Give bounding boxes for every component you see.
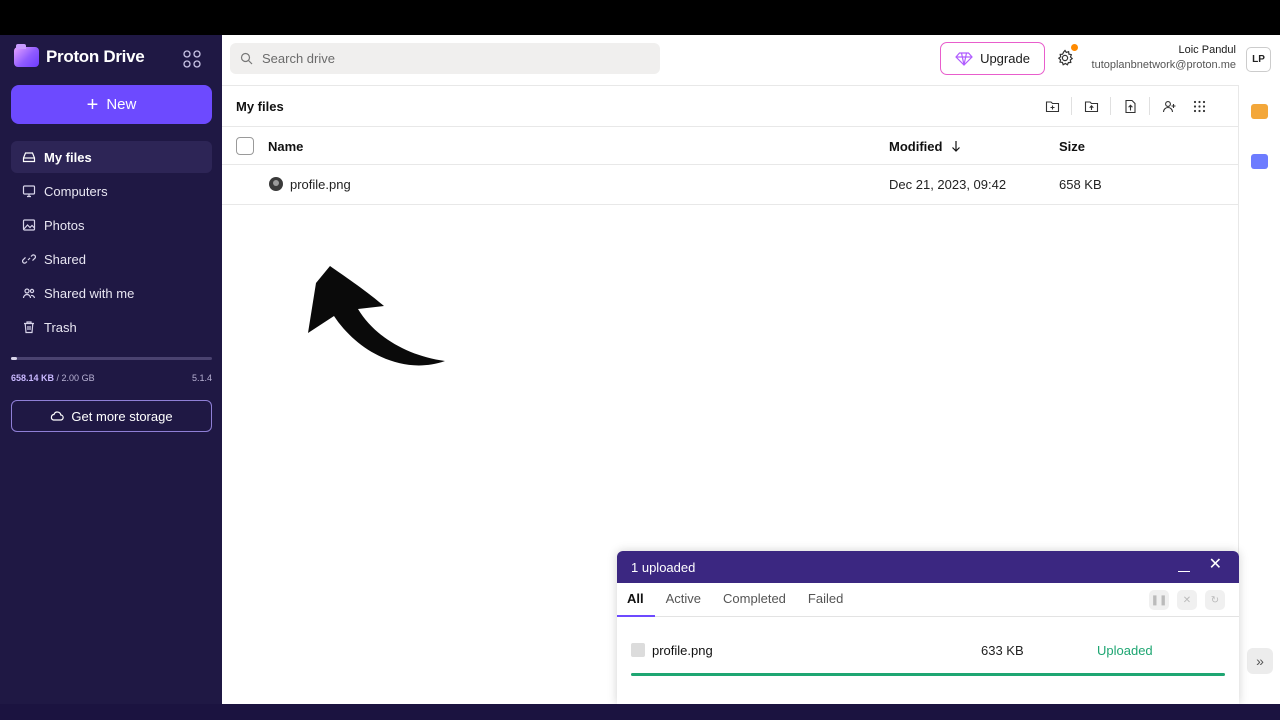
close-icon[interactable]: ✕ — [1209, 557, 1222, 573]
storage-progress-fill — [11, 357, 17, 360]
computer-icon — [22, 185, 36, 198]
upload-status: Uploaded — [1097, 643, 1153, 658]
sidebar: Proton Drive + New My files Computers Ph… — [0, 35, 222, 704]
storage-progress-bar — [11, 357, 212, 360]
drive-icon — [22, 152, 36, 163]
image-file-icon — [631, 643, 645, 657]
app-version: 5.1.4 — [191, 373, 212, 383]
search-icon — [240, 52, 253, 65]
tab-all[interactable]: All — [617, 591, 655, 617]
avatar[interactable]: LP — [1246, 47, 1271, 72]
sidebar-item-label: Trash — [44, 319, 77, 335]
file-size: 658 KB — [1059, 177, 1102, 192]
diamond-icon — [955, 51, 973, 66]
plus-icon: + — [86, 93, 99, 116]
contacts-app-icon[interactable] — [1251, 104, 1268, 119]
upgrade-button[interactable]: Upgrade — [940, 42, 1045, 75]
minimize-icon[interactable] — [1178, 560, 1190, 572]
sidebar-item-photos[interactable]: Photos — [11, 209, 212, 241]
sidebar-item-trash[interactable]: Trash — [11, 311, 212, 343]
page-title: My files — [236, 99, 284, 114]
sidebar-item-computers[interactable]: Computers — [11, 175, 212, 207]
user-name: Loic Pandul — [1178, 44, 1237, 56]
link-icon — [22, 254, 36, 264]
toolbar-divider — [1149, 97, 1150, 115]
sidebar-item-my-files[interactable]: My files — [11, 141, 212, 173]
upgrade-label: Upgrade — [980, 51, 1030, 66]
file-thumbnail-icon — [269, 177, 283, 191]
new-button[interactable]: + New — [11, 85, 212, 124]
app-name: Proton Drive — [46, 47, 145, 66]
new-button-label: New — [106, 96, 137, 113]
upload-actions: ❚❚ ✕ ↻ — [1149, 590, 1225, 610]
share-user-icon[interactable] — [1154, 95, 1184, 117]
upload-progress-fill — [631, 673, 1225, 676]
drive-logo-icon — [14, 44, 39, 67]
column-modified[interactable]: Modified — [889, 139, 962, 154]
table-header: Name Modified Size — [222, 126, 1238, 165]
storage-usage: 658.14 KB / 2.00 GB — [11, 373, 95, 383]
toolbar-divider — [1071, 97, 1072, 115]
pause-all-icon[interactable]: ❚❚ — [1149, 590, 1169, 610]
notification-dot — [1071, 44, 1078, 51]
sidebar-item-label: My files — [44, 149, 92, 165]
select-all-checkbox[interactable] — [236, 137, 254, 155]
arrow-down-icon — [952, 141, 960, 152]
search-input[interactable] — [262, 51, 642, 66]
settings-gear-icon[interactable] — [1056, 49, 1074, 67]
upload-manager: 1 uploaded ✕ All Active Completed Failed… — [617, 551, 1239, 704]
sidebar-item-label: Photos — [44, 217, 85, 233]
grid-view-icon[interactable] — [1184, 95, 1214, 117]
column-name[interactable]: Name — [268, 139, 303, 154]
image-icon — [22, 219, 36, 231]
upload-item: profile.png 633 KB Uploaded — [617, 635, 1239, 676]
tab-active[interactable]: Active — [655, 591, 712, 616]
storage-total: / 2.00 GB — [56, 373, 95, 383]
file-modified: Dec 21, 2023, 09:42 — [889, 177, 1007, 192]
sidebar-item-label: Shared with me — [44, 285, 135, 301]
annotation-arrow-icon — [308, 266, 445, 366]
upload-tabs: All Active Completed Failed ❚❚ ✕ ↻ — [617, 583, 1239, 617]
storage-used: 658.14 KB — [11, 373, 55, 383]
trash-icon — [24, 321, 34, 334]
sidebar-item-shared-with-me[interactable]: Shared with me — [11, 277, 212, 309]
sidebar-item-label: Shared — [44, 251, 86, 267]
cloud-icon — [51, 411, 65, 421]
sidebar-item-label: Computers — [44, 183, 108, 199]
retry-all-icon[interactable]: ↻ — [1205, 590, 1225, 610]
get-more-storage-button[interactable]: Get more storage — [11, 400, 212, 432]
search-bar[interactable] — [230, 43, 660, 74]
toolbar — [1037, 95, 1214, 117]
column-modified-label: Modified — [889, 139, 943, 154]
upload-file-name: profile.png — [652, 643, 713, 658]
tab-completed[interactable]: Completed — [712, 591, 797, 616]
toolbar-divider — [1110, 97, 1111, 115]
get-more-storage-label: Get more storage — [71, 408, 173, 424]
new-folder-icon[interactable] — [1037, 95, 1067, 117]
calendar-app-icon[interactable] — [1251, 154, 1268, 169]
table-row[interactable]: profile.png Dec 21, 2023, 09:42 658 KB — [222, 165, 1238, 205]
upload-header: 1 uploaded ✕ — [617, 551, 1239, 583]
apps-grid-icon[interactable] — [182, 49, 202, 69]
upload-file-size: 633 KB — [981, 643, 1024, 658]
expand-rail-icon[interactable]: » — [1247, 648, 1273, 674]
column-size[interactable]: Size — [1059, 139, 1085, 154]
user-email: tutoplanbnetwork@proton.me — [1091, 59, 1236, 71]
bottom-bar — [0, 704, 1280, 720]
sidebar-nav: My files Computers Photos Shared Shared … — [11, 141, 212, 345]
upload-folder-icon[interactable] — [1076, 95, 1106, 117]
file-name[interactable]: profile.png — [290, 177, 351, 192]
sidebar-item-shared[interactable]: Shared — [11, 243, 212, 275]
proton-drive-logo[interactable]: Proton Drive — [14, 44, 145, 67]
upload-file-icon[interactable] — [1115, 95, 1145, 117]
upload-title: 1 uploaded — [631, 559, 696, 575]
tab-failed[interactable]: Failed — [797, 591, 854, 616]
upload-progress-bar — [631, 673, 1225, 676]
cancel-all-icon[interactable]: ✕ — [1177, 590, 1197, 610]
users-icon — [22, 288, 36, 299]
app-window: Proton Drive + New My files Computers Ph… — [0, 35, 1280, 704]
